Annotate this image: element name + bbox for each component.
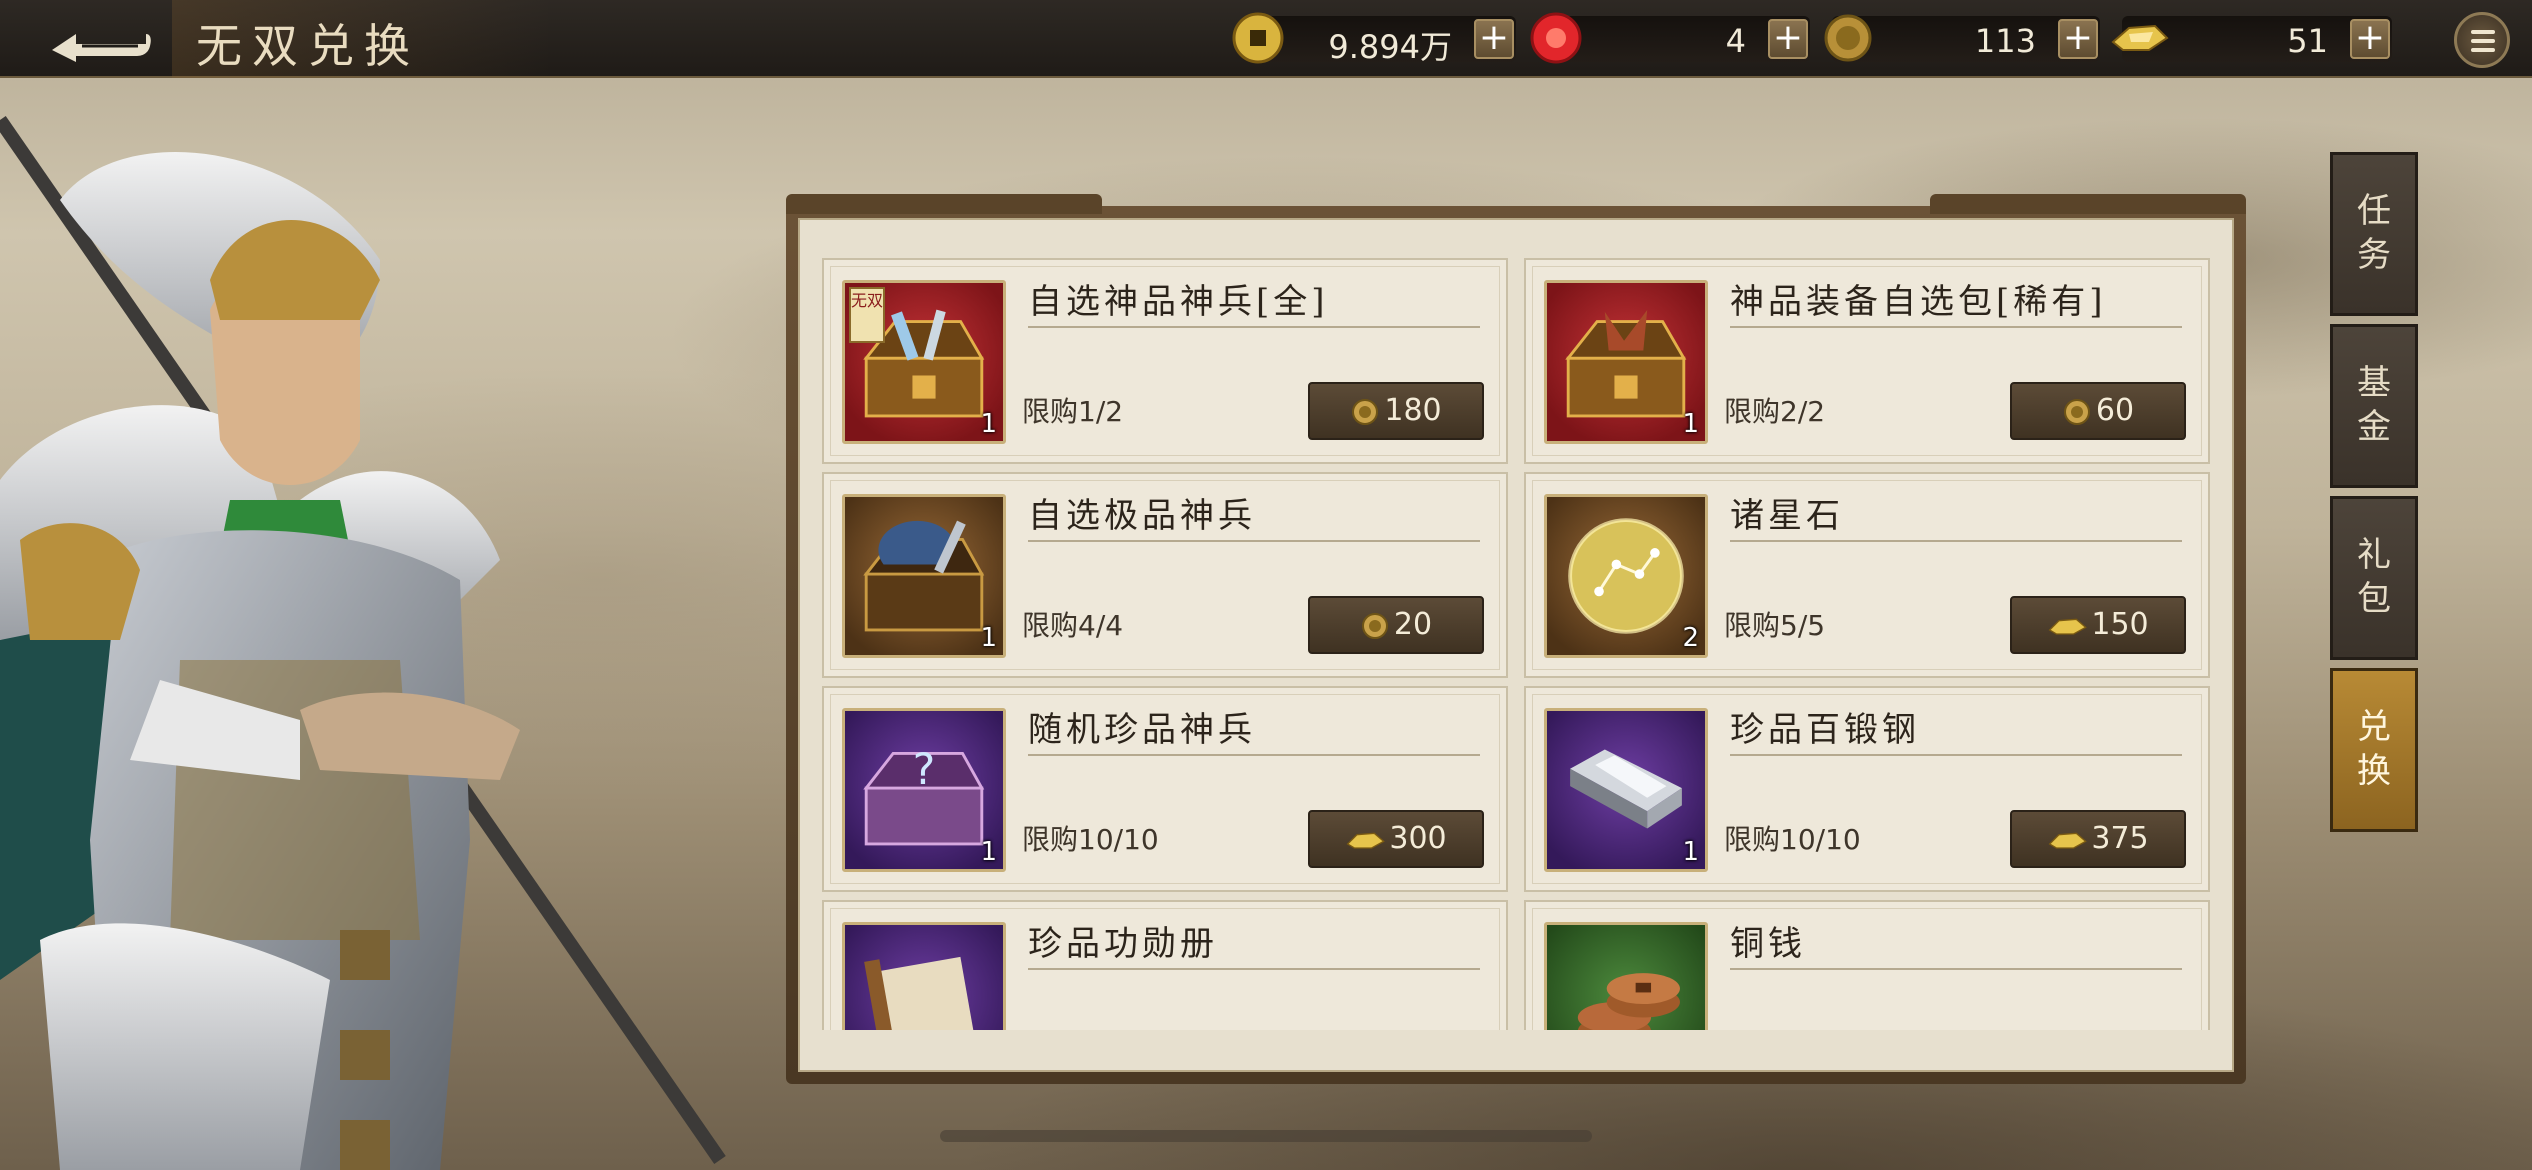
item-quantity: 1: [980, 623, 997, 653]
add-gold-button[interactable]: +: [2058, 19, 2098, 59]
shop-item-card[interactable]: 无双 1 自选神品神兵[全] 限购1/2 180: [822, 258, 1508, 464]
buy-button[interactable]: 60: [2010, 382, 2186, 440]
add-red-jade-button[interactable]: +: [1768, 19, 1808, 59]
add-ingot-button[interactable]: +: [2350, 19, 2390, 59]
gold-coin-icon: [1824, 14, 1872, 62]
tab-tasks[interactable]: 任务: [2330, 152, 2418, 316]
panel-border-decoration: [798, 1040, 2234, 1072]
red-jade-icon: [1530, 12, 1582, 64]
purchase-limit: 限购1/2: [1022, 395, 1124, 428]
item-quantity: 2: [1682, 623, 1699, 653]
item-quantity: 1: [1682, 409, 1699, 439]
tab-gift-pack[interactable]: 礼包: [2330, 496, 2418, 660]
gold-coin-icon: [2063, 398, 2090, 425]
item-name: 珍品百锻钢: [1730, 710, 1920, 750]
divider: [1028, 326, 1480, 328]
buy-button[interactable]: 150: [2010, 596, 2186, 654]
divider: [1730, 540, 2182, 542]
gold-ingot-icon: [1346, 832, 1386, 849]
buy-button[interactable]: 375: [2010, 810, 2186, 868]
resource-gold: 113 +: [1824, 14, 2100, 62]
hero-portrait: [0, 116, 726, 1170]
item-thumbnail: 1: [1544, 280, 1708, 444]
item-thumbnail: 1: [842, 494, 1006, 658]
add-copper-button[interactable]: +: [1474, 19, 1514, 59]
resource-ingot: 51 +: [2111, 16, 2392, 62]
resource-value: 113: [1974, 22, 2036, 60]
divider: [1028, 540, 1480, 542]
tab-label: 任务: [2357, 191, 2391, 275]
top-bar: 无双兑换 9.894万 + 4 + 113 + 51 +: [0, 0, 2532, 78]
item-name: 神品装备自选包[稀有]: [1730, 282, 2107, 322]
tab-fund[interactable]: 基金: [2330, 324, 2418, 488]
gold-ingot-icon: [2048, 832, 2088, 849]
resource-value: 9.894万: [1328, 28, 1452, 66]
resource-red: 4 +: [1530, 12, 1810, 64]
price-value: 375: [2091, 821, 2149, 856]
copper-coins-icon: [1577, 973, 1680, 1030]
menu-list-icon[interactable]: [2454, 12, 2510, 68]
gold-ingot-icon: [2048, 618, 2088, 635]
price-value: 300: [1389, 821, 1447, 856]
shop-item-card[interactable]: 1 自选极品神兵 限购4/4 20: [822, 472, 1508, 678]
shop-item-card[interactable]: 珍品功勋册: [822, 900, 1508, 1030]
purchase-limit: 限购10/10: [1022, 823, 1159, 856]
item-thumbnail: [842, 922, 1006, 1030]
item-quantity: 1: [1682, 837, 1699, 867]
divider: [1730, 326, 2182, 328]
price-value: 20: [1393, 607, 1433, 642]
item-thumbnail: ? 1: [842, 708, 1006, 872]
buy-button[interactable]: 20: [1308, 596, 1484, 654]
buy-button[interactable]: 300: [1308, 810, 1484, 868]
shop-item-card[interactable]: ? 1 随机珍品神兵 限购10/10 300: [822, 686, 1508, 892]
svg-text:?: ?: [913, 745, 936, 794]
price-value: 180: [1384, 393, 1442, 428]
item-thumbnail: [1544, 922, 1708, 1030]
divider: [1730, 968, 2182, 970]
item-thumbnail: 1: [1544, 708, 1708, 872]
resource-value: 4: [1725, 22, 1746, 60]
purchase-limit: 限购5/5: [1724, 609, 1826, 642]
gold-ingot-icon: [2111, 24, 2169, 51]
back-arrow-icon[interactable]: [46, 16, 156, 62]
buy-button[interactable]: 180: [1308, 382, 1484, 440]
tab-label: 礼包: [2357, 535, 2391, 619]
gold-coin-icon: [1352, 398, 1379, 425]
purchase-limit: 限购10/10: [1724, 823, 1861, 856]
tab-label: 兑换: [2357, 707, 2391, 791]
item-quantity: 1: [980, 409, 997, 439]
resource-copper: 9.894万 +: [1232, 12, 1516, 66]
purchase-limit: 限购2/2: [1724, 395, 1826, 428]
item-name: 自选神品神兵[全]: [1028, 282, 1329, 322]
item-quantity: 1: [980, 837, 997, 867]
item-name: 自选极品神兵: [1028, 496, 1256, 536]
tab-label: 基金: [2357, 363, 2391, 447]
shop-item-card[interactable]: 铜钱: [1524, 900, 2210, 1030]
shop-item-card[interactable]: 2 诸星石 限购5/5 150: [1524, 472, 2210, 678]
price-value: 150: [2091, 607, 2149, 642]
resource-value: 51: [2287, 22, 2328, 60]
item-name: 随机珍品神兵: [1028, 710, 1256, 750]
item-name: 铜钱: [1730, 924, 1806, 964]
divider: [1028, 754, 1480, 756]
shop-item-card[interactable]: 1 神品装备自选包[稀有] 限购2/2 60: [1524, 258, 2210, 464]
page-title: 无双兑换: [196, 19, 420, 73]
divider: [1028, 968, 1480, 970]
shop-item-card[interactable]: 1 珍品百锻钢 限购10/10 375: [1524, 686, 2210, 892]
item-name: 珍品功勋册: [1028, 924, 1218, 964]
tab-exchange[interactable]: 兑换: [2330, 668, 2418, 832]
home-indicator[interactable]: [940, 1130, 1592, 1142]
item-thumbnail: 无双 1: [842, 280, 1006, 444]
scroll-icon: [864, 956, 979, 1030]
item-name: 诸星石: [1730, 496, 1844, 536]
item-badge: 无双: [849, 287, 885, 343]
shop-item-list[interactable]: 无双 1 自选神品神兵[全] 限购1/2 180 1 神品装备自选包[稀有] 限…: [822, 258, 2210, 1030]
price-value: 60: [2095, 393, 2135, 428]
item-thumbnail: 2: [1544, 494, 1708, 658]
purchase-limit: 限购4/4: [1022, 609, 1124, 642]
copper-coin-icon: [1232, 12, 1284, 64]
gold-coin-icon: [1361, 612, 1388, 639]
divider: [1730, 754, 2182, 756]
